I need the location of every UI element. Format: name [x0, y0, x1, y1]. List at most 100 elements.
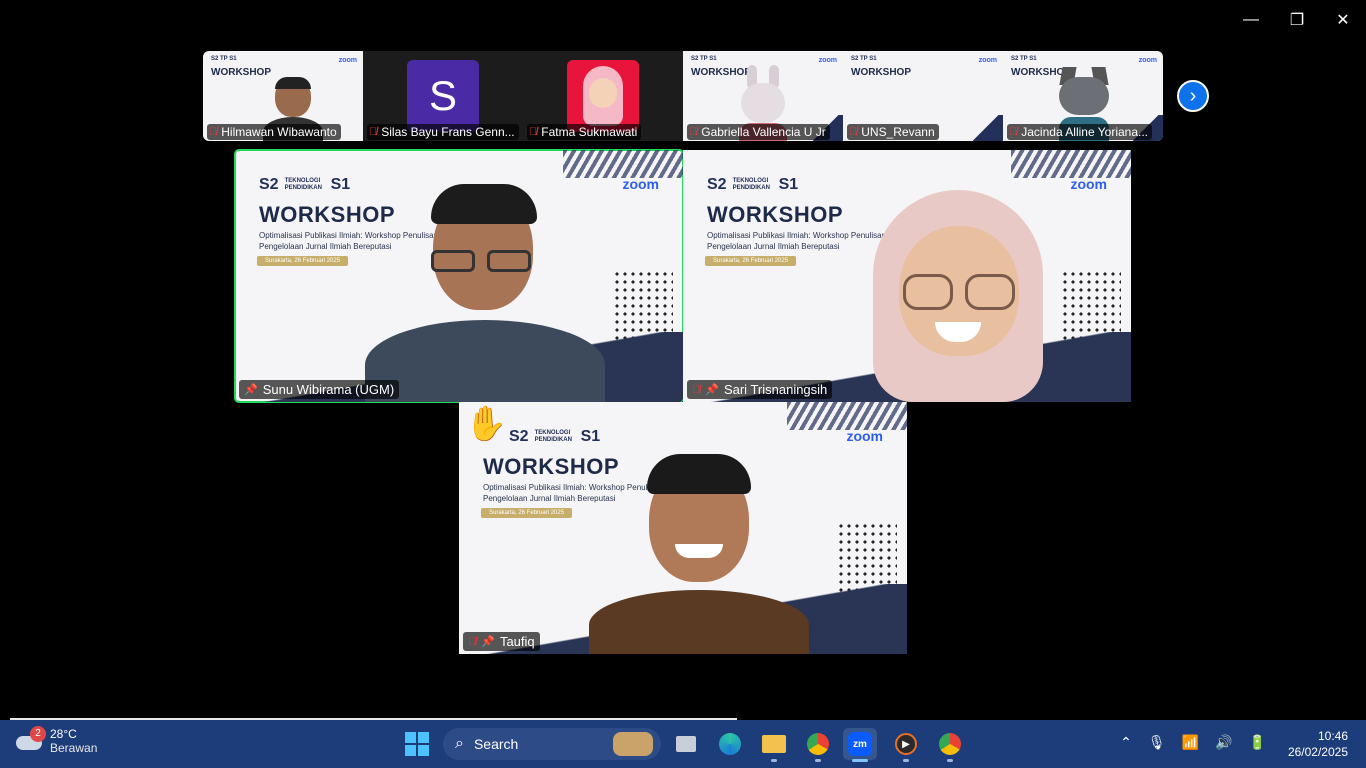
- mic-muted-icon: 🎙̸: [369, 126, 378, 138]
- s2-label: S2: [509, 428, 529, 445]
- slide-title: WORKSHOP: [851, 67, 911, 78]
- tp-label: TEKNOLOGI PENDIDIKAN: [284, 178, 322, 191]
- minimize-button[interactable]: —: [1228, 0, 1274, 40]
- slide-decoration: [563, 150, 683, 178]
- participant-name: 🎙̸ Silas Bayu Frans Genn...: [367, 124, 519, 140]
- weather-widget[interactable]: 2 28°C Berawan: [16, 726, 98, 755]
- slide-logos: S2 TEKNOLOGI PENDIDIKAN S1: [259, 176, 350, 194]
- s1-label: S1: [580, 428, 601, 445]
- wifi-icon[interactable]: 📶: [1182, 734, 1199, 751]
- participant-name: 🎙̸ Fatma Sukmawati: [527, 124, 642, 140]
- zoom-logo: zoom: [1070, 176, 1107, 192]
- media-player-icon[interactable]: ▶: [889, 728, 923, 762]
- zoom-logo: zoom: [818, 57, 837, 64]
- participant-thumb[interactable]: S 🎙̸ Silas Bayu Frans Genn...: [363, 51, 523, 141]
- pin-icon: 📌: [244, 384, 258, 396]
- slide-decoration: [1011, 150, 1131, 178]
- participant-video: [365, 180, 605, 402]
- volume-icon[interactable]: 🔊: [1215, 734, 1232, 751]
- participant-name: 🎙̸ Gabriella Vallencia U Jr: [687, 124, 830, 140]
- chrome-icon[interactable]: [801, 728, 835, 762]
- slide-logos: S2 TEKNOLOGI PENDIDIKAN S1: [707, 176, 798, 194]
- file-explorer-icon[interactable]: [669, 728, 703, 760]
- participant-thumb[interactable]: 🎙̸ Fatma Sukmawati: [523, 51, 683, 141]
- cloud-icon: 2: [16, 726, 46, 752]
- slide-date: Surakarta, 26 Februari 2025: [481, 508, 573, 518]
- video-tile[interactable]: S2 TEKNOLOGI PENDIDIKAN S1 zoom WORKSHOP…: [683, 150, 1131, 402]
- zoom-icon[interactable]: zm: [843, 728, 877, 762]
- mic-muted-icon: 🎙̸: [689, 126, 698, 138]
- chevron-right-icon: ›: [1189, 84, 1197, 107]
- window-controls: — ❐ ✕: [1228, 0, 1366, 40]
- slide-logo: S2 TP S1: [211, 56, 237, 62]
- participant-video: [589, 452, 809, 654]
- participant-thumb[interactable]: S2 TP S1 WORKSHOP zoom 🎙̸ UNS_Revann: [843, 51, 1003, 141]
- mic-muted-icon: 🎙̸: [468, 635, 477, 648]
- participant-name: 🎙̸ Hilmawan Wibawanto: [207, 124, 341, 140]
- mic-muted-icon: 🎙̸: [529, 126, 538, 138]
- folder-icon[interactable]: [757, 728, 791, 762]
- search-icon: ⌕: [455, 735, 464, 752]
- date: 26/02/2025: [1287, 745, 1348, 759]
- participant-name: 🎙̸ 📌 Taufiq: [463, 632, 540, 651]
- participant-thumb[interactable]: S2 TP S1 WORKSHOP zoom 🎙̸ Gabriella Valle…: [683, 51, 843, 141]
- zoom-logo: zoom: [1138, 57, 1157, 64]
- s1-label: S1: [330, 176, 351, 193]
- next-page-button[interactable]: ›: [1177, 80, 1209, 112]
- slide-decoration: [787, 402, 907, 430]
- s2-label: S2: [259, 176, 279, 193]
- weather-description: Berawan: [50, 741, 98, 755]
- slide-logo: S2 TP S1: [691, 56, 717, 62]
- system-tray: ⌃ 🎙 📶 🔊 🔋: [1120, 734, 1266, 751]
- taskbar: 2 28°C Berawan ⌕ Search zm ▶ ⌃ 🎙 📶 🔊 🔋 1…: [0, 720, 1366, 768]
- slide-logo: S2 TP S1: [851, 56, 877, 62]
- temperature: 28°C: [50, 727, 77, 741]
- participant-video: [853, 190, 1073, 402]
- clock[interactable]: 10:46 26/02/2025: [1288, 728, 1348, 760]
- video-tile[interactable]: S2 TEKNOLOGI PENDIDIKAN S1 zoom WORKSHOP…: [234, 149, 684, 403]
- mic-muted-icon: 🎙̸: [209, 126, 218, 138]
- slide-title: WORKSHOP: [707, 202, 843, 227]
- participant-thumb[interactable]: S2 TP S1 WORKSHOP zoom 🎙̸ Jacinda Alline …: [1003, 51, 1163, 141]
- edge-icon[interactable]: [713, 728, 747, 760]
- slide-title: WORKSHOP: [259, 202, 395, 227]
- avatar: S: [407, 60, 479, 132]
- battery-icon[interactable]: 🔋: [1249, 734, 1266, 751]
- profile-photo: [567, 60, 639, 132]
- slide-date: Surakarta, 26 Februari 2025: [705, 256, 797, 266]
- participant-name: 🎙̸ Jacinda Alline Yoriana...: [1007, 124, 1153, 140]
- tp-label: TEKNOLOGI PENDIDIKAN: [732, 178, 770, 191]
- microphone-location-icon[interactable]: 🎙: [1148, 734, 1166, 751]
- slide-title: WORKSHOP: [211, 67, 271, 78]
- mic-muted-icon: 🎙̸: [1009, 126, 1018, 138]
- zoom-logo: zoom: [622, 176, 659, 192]
- participant-thumb[interactable]: S2 TP S1 WORKSHOP zoom 🎙̸ Hilmawan Wibawa…: [203, 51, 363, 141]
- search-input[interactable]: ⌕ Search: [443, 728, 661, 760]
- close-button[interactable]: ✕: [1320, 0, 1366, 40]
- participant-video: [263, 77, 323, 141]
- slide-decoration: [973, 115, 1003, 141]
- s2-label: S2: [707, 176, 727, 193]
- participant-name: 🎙̸ UNS_Revann: [847, 124, 939, 140]
- slide-logo: S2 TP S1: [1011, 56, 1037, 62]
- slide-date: Surakarta, 26 Februari 2025: [257, 256, 349, 266]
- chevron-up-icon[interactable]: ⌃: [1120, 734, 1132, 751]
- pin-icon: 📌: [481, 636, 495, 648]
- s1-label: S1: [778, 176, 799, 193]
- participant-strip: S2 TP S1 WORKSHOP zoom 🎙̸ Hilmawan Wibawa…: [203, 51, 1163, 141]
- restore-button[interactable]: ❐: [1274, 0, 1320, 40]
- start-button[interactable]: [405, 732, 429, 756]
- pin-icon: 📌: [705, 384, 719, 396]
- time: 10:46: [1317, 729, 1348, 743]
- notification-badge: 2: [30, 726, 46, 742]
- mic-muted-icon: 🎙̸: [692, 383, 701, 396]
- raised-hand-icon: ✋: [465, 405, 508, 443]
- participant-name: 🎙̸ 📌 Sari Trisnaningsih: [687, 380, 833, 399]
- video-tile[interactable]: S2 TEKNOLOGI PENDIDIKAN S1 zoom WORKSHOP…: [459, 402, 907, 654]
- chrome-profile-icon[interactable]: [933, 728, 967, 762]
- tp-label: TEKNOLOGI PENDIDIKAN: [534, 430, 572, 443]
- slide-logos: S2 TEKNOLOGI PENDIDIKAN S1: [509, 428, 600, 446]
- search-label: Search: [473, 736, 519, 752]
- mic-muted-icon: 🎙̸: [849, 126, 858, 138]
- zoom-logo: zoom: [338, 57, 357, 64]
